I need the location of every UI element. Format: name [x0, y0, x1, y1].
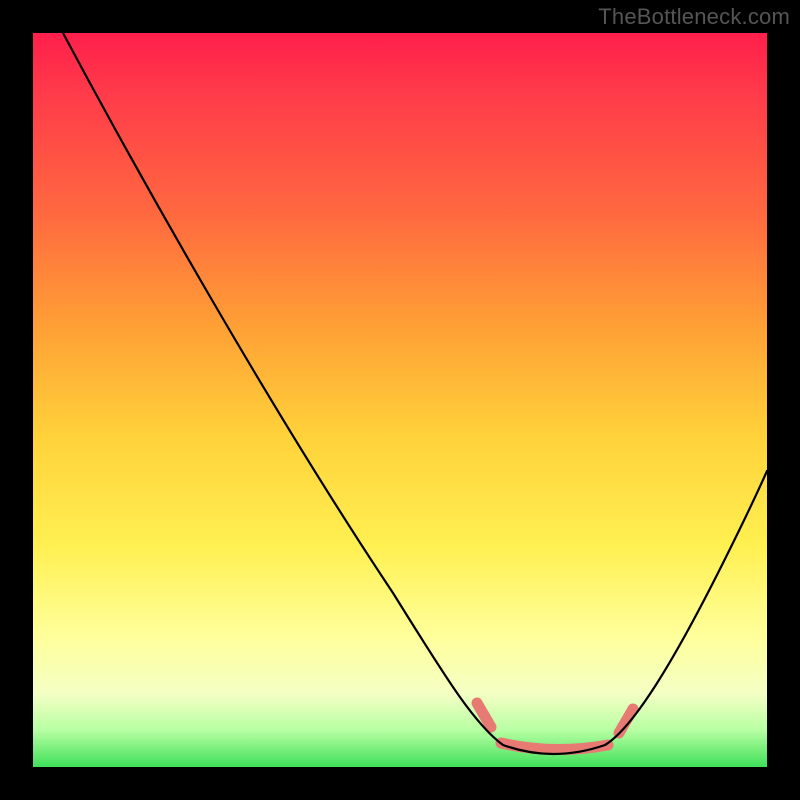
- watermark-text: TheBottleneck.com: [598, 4, 790, 30]
- chart-frame: TheBottleneck.com: [0, 0, 800, 800]
- plot-area: [33, 33, 767, 767]
- curve-layer: [33, 33, 767, 767]
- bottleneck-curve: [63, 33, 767, 754]
